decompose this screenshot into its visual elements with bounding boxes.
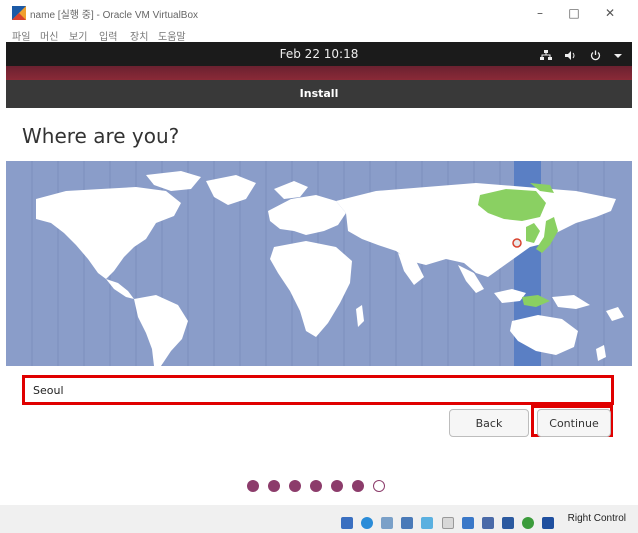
progress-dot-filled bbox=[289, 480, 301, 492]
power-icon[interactable] bbox=[590, 50, 601, 66]
menu-file[interactable]: 파일 bbox=[12, 28, 30, 43]
menu-devices[interactable]: 장치 bbox=[130, 28, 148, 43]
cpu-icon[interactable] bbox=[501, 516, 514, 529]
minimize-button[interactable]: – bbox=[530, 5, 550, 21]
progress-dot-filled bbox=[247, 480, 259, 492]
audio-icon[interactable] bbox=[381, 516, 394, 529]
world-map-graphic bbox=[31, 161, 624, 366]
location-input[interactable] bbox=[25, 378, 611, 402]
installer-title: Install bbox=[299, 87, 339, 100]
shared-folders-icon[interactable] bbox=[441, 516, 454, 529]
selected-city-marker bbox=[512, 238, 522, 248]
menu-machine[interactable]: 머신 bbox=[40, 28, 58, 43]
dropdown-icon[interactable] bbox=[614, 50, 622, 66]
vbox-status-bar: Right Control bbox=[0, 505, 638, 533]
mouse-integration-icon[interactable] bbox=[542, 516, 554, 529]
menu-bar: 파일 머신 보기 입력 장치 도움말 bbox=[0, 26, 638, 43]
menu-view[interactable]: 보기 bbox=[69, 28, 87, 43]
status-icons bbox=[338, 512, 554, 529]
host-key-label: Right Control bbox=[567, 513, 626, 524]
close-button[interactable]: ✕ bbox=[600, 5, 620, 21]
gnome-top-bar: Feb 22 10:18 bbox=[6, 42, 632, 66]
maximize-button[interactable]: □ bbox=[564, 5, 584, 21]
recording-icon[interactable] bbox=[481, 516, 494, 529]
progress-dot-filled bbox=[310, 480, 322, 492]
usb-icon[interactable] bbox=[421, 516, 434, 529]
hard-disk-icon[interactable] bbox=[341, 516, 354, 529]
volume-icon[interactable] bbox=[564, 50, 577, 66]
guest-additions-icon[interactable] bbox=[521, 516, 534, 529]
progress-dot-filled bbox=[352, 480, 364, 492]
installer-header: Install bbox=[6, 80, 632, 108]
optical-drive-icon[interactable] bbox=[361, 516, 374, 529]
progress-dot-filled bbox=[331, 480, 343, 492]
menu-help[interactable]: 도움말 bbox=[158, 28, 186, 43]
continue-button[interactable]: Continue bbox=[537, 409, 611, 437]
virtualbox-app-icon bbox=[12, 6, 26, 20]
network-icon[interactable] bbox=[539, 50, 552, 66]
progress-dot-empty bbox=[373, 480, 385, 492]
vm-display[interactable]: Feb 22 10:18 Install Where are you? Seou… bbox=[6, 42, 632, 505]
window-titlebar: name [실행 중] - Oracle VM VirtualBox – □ ✕ bbox=[0, 0, 638, 26]
network-adapter-icon[interactable] bbox=[401, 516, 414, 529]
page-title: Where are you? bbox=[22, 124, 180, 148]
system-tray[interactable] bbox=[532, 46, 622, 62]
location-input-box[interactable] bbox=[22, 375, 614, 405]
display-icon[interactable] bbox=[461, 516, 474, 529]
progress-dot-filled bbox=[268, 480, 280, 492]
window-accent-stripe bbox=[6, 66, 632, 80]
back-button[interactable]: Back bbox=[449, 409, 529, 437]
timezone-map[interactable] bbox=[6, 161, 632, 366]
window-title: name [실행 중] - Oracle VM VirtualBox bbox=[30, 10, 199, 21]
menu-input[interactable]: 입력 bbox=[99, 28, 117, 43]
